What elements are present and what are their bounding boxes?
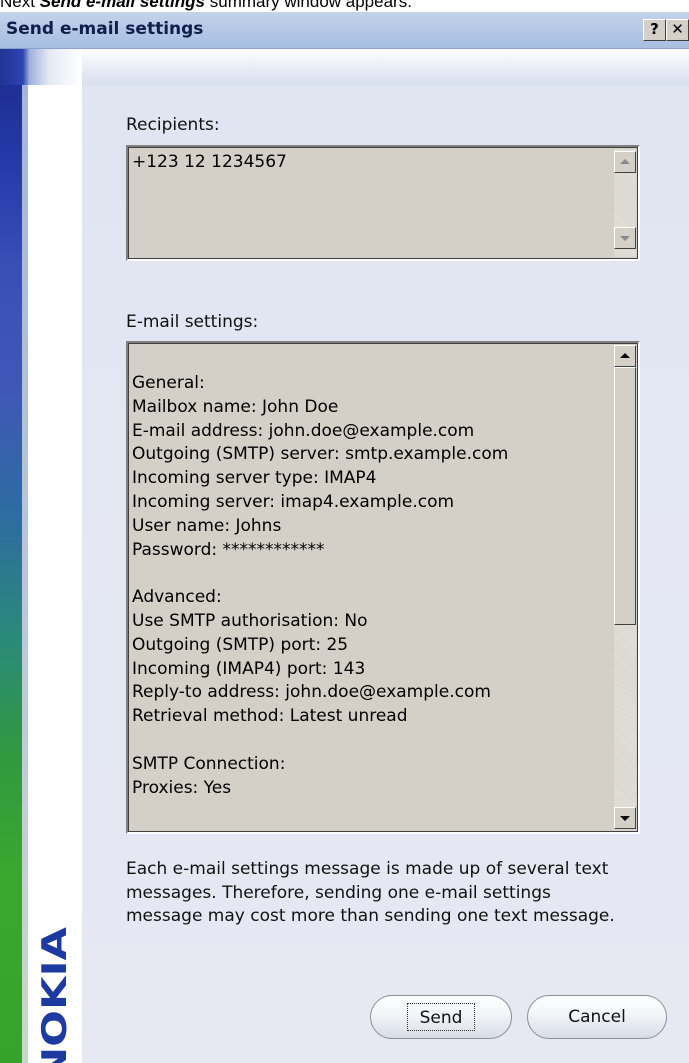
email-settings-line: Outgoing (SMTP) server: smtp.example.com bbox=[132, 444, 509, 465]
email-settings-line bbox=[132, 729, 608, 753]
nokia-logo: NOKIA bbox=[35, 926, 74, 1063]
email-settings-line: Proxies: Yes bbox=[132, 777, 232, 798]
caption-prefix: Next bbox=[0, 0, 40, 11]
email-settings-text: General: Mailbox name: John Doe E-mail add… bbox=[132, 372, 608, 830]
triangle-up-icon bbox=[620, 159, 630, 164]
sidebar-top-band bbox=[0, 49, 82, 85]
email-settings-line: User name: Johns bbox=[132, 515, 282, 536]
email-settings-line bbox=[132, 562, 608, 586]
email-settings-line: E-mail address: john.doe@example.com bbox=[132, 420, 475, 441]
email-settings-line: Retrieval method: Latest unread bbox=[132, 706, 408, 727]
cancel-button[interactable]: Cancel bbox=[527, 995, 667, 1039]
triangle-down-icon bbox=[620, 816, 630, 821]
triangle-down-icon bbox=[620, 236, 630, 241]
email-settings-line: General: bbox=[132, 373, 205, 393]
email-settings-line: Reply-to address: john.doe@example.com bbox=[132, 682, 491, 703]
send-button[interactable]: Send bbox=[370, 995, 512, 1039]
email-settings-line: Mailbox name: John Doe bbox=[132, 396, 339, 417]
sidebar-color-band bbox=[0, 49, 22, 1063]
recipients-box[interactable]: +123 12 1234567 bbox=[126, 145, 640, 261]
cost-note: Each e-mail settings message is made up … bbox=[126, 859, 615, 926]
recipients-scroll-up-button[interactable] bbox=[614, 151, 636, 173]
content-top-band bbox=[82, 49, 689, 85]
email-settings-line: Advanced: bbox=[132, 587, 222, 608]
recipients-scroll-down-button[interactable] bbox=[614, 227, 636, 249]
window-titlebar[interactable]: Send e-mail settings ? ✕ bbox=[0, 12, 689, 49]
nokia-logo-text: NOKIA bbox=[35, 926, 74, 1063]
email-settings-label: E-mail settings: bbox=[126, 312, 259, 332]
page: Next Send e-mail settings summary window… bbox=[0, 0, 689, 1063]
caption-emphasis: Send e-mail settings bbox=[39, 0, 206, 11]
email-settings-line: Outgoing (SMTP) port: 25 bbox=[132, 634, 349, 655]
settings-scroll-thumb[interactable] bbox=[614, 367, 636, 625]
help-button[interactable]: ? bbox=[643, 19, 666, 41]
email-settings-line: Password: ************ bbox=[132, 539, 325, 560]
recipients-value: +123 12 1234567 bbox=[132, 152, 287, 172]
close-button[interactable]: ✕ bbox=[666, 19, 689, 41]
triangle-up-icon bbox=[620, 353, 630, 358]
email-settings-box[interactable]: General: Mailbox name: John Doe E-mail add… bbox=[126, 341, 640, 834]
brand-sidebar: NOKIA bbox=[0, 49, 82, 1063]
settings-scroll-up-button[interactable] bbox=[614, 345, 636, 367]
caption-suffix: summary window appears. bbox=[205, 0, 412, 11]
recipients-scrollbar[interactable] bbox=[614, 149, 636, 257]
email-settings-line: Incoming (IMAP4) port: 143 bbox=[132, 658, 366, 679]
email-settings-line: Incoming server type: IMAP4 bbox=[132, 468, 377, 489]
email-settings-line: Incoming server: imap4.example.com bbox=[132, 491, 455, 512]
email-settings-line: Use SMTP authorisation: No bbox=[132, 610, 368, 631]
recipients-label: Recipients: bbox=[126, 115, 220, 135]
document-caption: Next Send e-mail settings summary window… bbox=[0, 0, 689, 12]
send-button-label: Send bbox=[407, 1003, 475, 1031]
sidebar-stripe bbox=[22, 85, 28, 1063]
settings-scroll-down-button[interactable] bbox=[614, 807, 636, 829]
email-settings-scrollbar[interactable] bbox=[614, 345, 636, 830]
window-title: Send e-mail settings bbox=[6, 19, 204, 39]
email-settings-line: SMTP Connection: bbox=[132, 753, 286, 774]
